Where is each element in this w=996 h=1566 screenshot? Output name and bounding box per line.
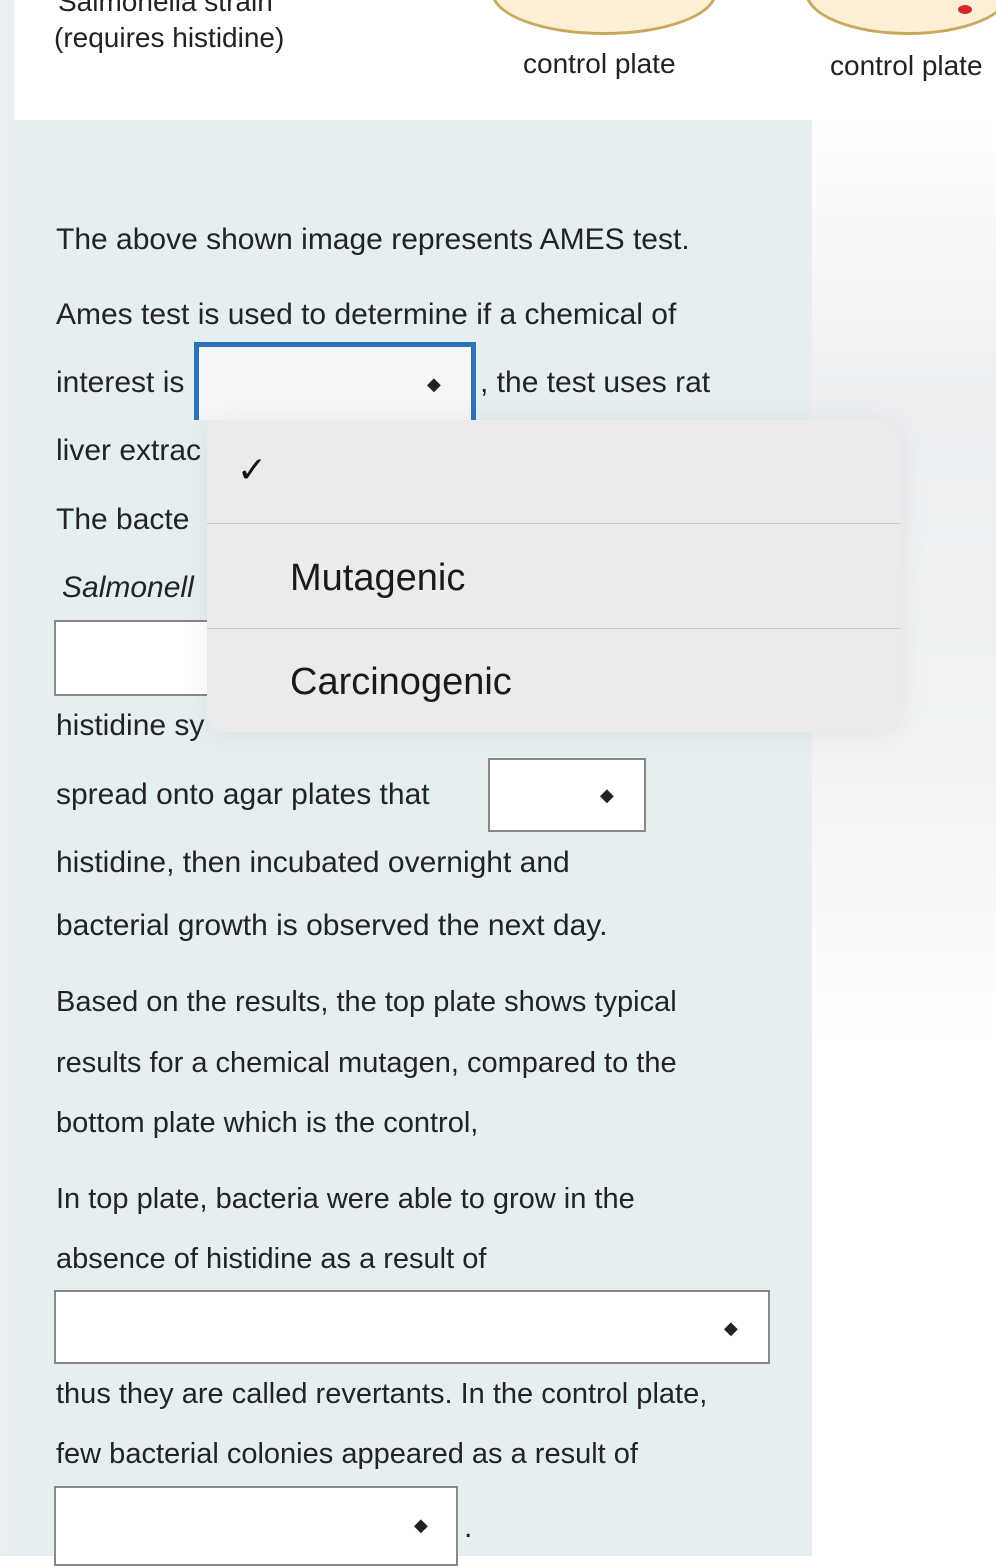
question-text-16: absence of histidine as a result of <box>56 1243 487 1275</box>
control-plate-label-2: control plate <box>830 50 983 81</box>
colony-dot <box>958 5 972 14</box>
question-text-15: In top plate, bacteria were able to grow… <box>56 1183 635 1215</box>
question-text-10: histidine, then incubated overnight and <box>56 846 570 879</box>
updown-arrows-icon: ◆ <box>427 374 441 394</box>
question-text-14: bottom plate which is the control, <box>56 1107 479 1139</box>
question-text-5: The bacte <box>56 503 190 536</box>
question-text-17: thus they are called revertants. In the … <box>56 1378 708 1410</box>
requires-histidine-label: (requires histidine) <box>54 22 285 53</box>
question-text-3b: , the test uses rat <box>480 366 711 399</box>
sentence-period: . <box>464 1511 473 1544</box>
question-text-9: spread onto agar plates that <box>56 778 430 811</box>
question-text-18: few bacterial colonies appeared as a res… <box>56 1438 638 1470</box>
question-text-3a: interest is <box>56 366 185 399</box>
control-colonies-dropdown[interactable]: ◆ <box>54 1486 458 1566</box>
dropdown-options-popover: ✓ Mutagenic Carcinogenic <box>207 420 901 732</box>
dropdown-option-blank[interactable]: ✓ <box>207 420 901 523</box>
chemical-type-dropdown[interactable]: ◆ <box>194 342 476 420</box>
question-text-2: Ames test is used to determine if a chem… <box>56 298 677 331</box>
figure-area <box>54 0 812 120</box>
updown-arrows-icon: ◆ <box>600 785 614 805</box>
question-text-8: histidine sy <box>56 709 205 742</box>
revertant-cause-dropdown[interactable]: ◆ <box>54 1290 770 1364</box>
question-text-4: liver extrac <box>56 434 202 467</box>
updown-arrows-icon: ◆ <box>414 1515 428 1535</box>
question-text-11: bacterial growth is observed the next da… <box>56 909 608 942</box>
page-margin <box>0 0 14 1556</box>
dropdown-option-mutagenic[interactable]: Mutagenic <box>207 524 901 628</box>
control-plate-label-1: control plate <box>523 48 676 79</box>
option-label: Mutagenic <box>290 557 466 599</box>
question-text-13: results for a chemical mutagen, compared… <box>56 1047 677 1079</box>
updown-arrows-icon: ◆ <box>724 1318 738 1338</box>
question-text-12: Based on the results, the top plate show… <box>56 986 677 1018</box>
option-label: Carcinogenic <box>290 661 512 703</box>
bacteria-dropdown[interactable] <box>54 620 214 696</box>
question-text-1: The above shown image represents AMES te… <box>56 223 690 256</box>
question-text-6: Salmonell <box>62 571 194 604</box>
strain-label: Salmonella strain <box>58 0 273 17</box>
dropdown-option-carcinogenic[interactable]: Carcinogenic <box>207 629 901 732</box>
checkmark-icon: ✓ <box>237 449 268 490</box>
agar-plate-dropdown[interactable]: ◆ <box>488 758 646 832</box>
